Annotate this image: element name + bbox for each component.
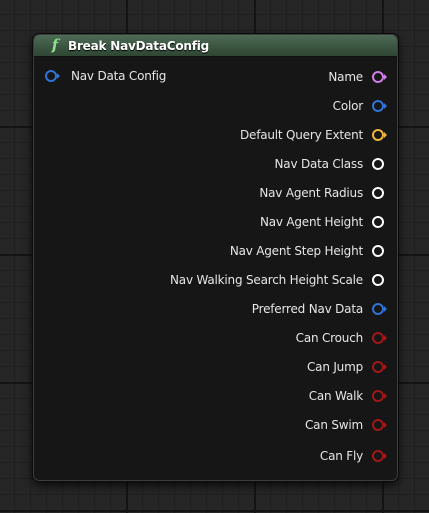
pin-connector-icon[interactable]	[371, 389, 387, 403]
pin-connector-icon[interactable]	[371, 186, 387, 200]
pin-connector-icon[interactable]	[371, 449, 387, 463]
output-pin-label: Nav Walking Search Height Scale	[170, 273, 363, 287]
output-pin-label: Color	[332, 99, 364, 113]
pin-connector-icon[interactable]	[371, 128, 387, 142]
pin-connector-icon[interactable]	[371, 70, 387, 84]
node-header[interactable]: f Break NavDataConfig	[34, 35, 397, 57]
output-pin-label: Can Crouch	[295, 331, 364, 345]
output-pin-can-jump[interactable]: Can Jump	[307, 358, 387, 376]
output-pin-nav-data-class[interactable]: Nav Data Class	[275, 155, 387, 173]
input-pin-nav-data-config[interactable]: Nav Data Config	[44, 69, 166, 83]
output-pin-label: Nav Agent Height	[259, 215, 363, 229]
struct-pin-icon[interactable]	[44, 69, 60, 83]
output-pin-preferred-nav-data[interactable]: Preferred Nav Data	[252, 300, 387, 318]
pin-connector-icon[interactable]	[371, 99, 387, 113]
output-pin-nav-agent-height[interactable]: Nav Agent Height	[260, 213, 387, 231]
output-pin-label: Can Jump	[306, 360, 363, 374]
output-pin-can-fly[interactable]: Can Fly	[320, 447, 387, 465]
output-pin-label: Nav Agent Step Height	[229, 244, 363, 258]
function-icon: f	[51, 36, 59, 54]
output-pin-label: Nav Agent Radius	[259, 186, 363, 200]
pin-connector-icon[interactable]	[371, 331, 387, 345]
output-pin-name[interactable]: Name	[328, 68, 387, 86]
pin-connector-icon[interactable]	[371, 360, 387, 374]
output-pin-label: Preferred Nav Data	[251, 302, 363, 316]
output-pin-color[interactable]: Color	[333, 97, 387, 115]
output-pin-label: Can Swim	[304, 418, 363, 432]
output-pin-label: Can Fly	[319, 449, 363, 463]
output-pin-nav-agent-radius[interactable]: Nav Agent Radius	[259, 184, 387, 202]
output-pin-can-walk[interactable]: Can Walk	[309, 387, 387, 405]
output-pin-can-swim[interactable]: Can Swim	[305, 416, 387, 434]
output-pin-label: Can Walk	[308, 389, 363, 403]
input-pin-label: Nav Data Config	[71, 69, 167, 83]
output-pin-label: Default Query Extent	[239, 128, 363, 142]
output-pin-label: Name	[328, 70, 363, 84]
pin-connector-icon[interactable]	[371, 244, 387, 258]
output-pin-nav-agent-step-height[interactable]: Nav Agent Step Height	[230, 242, 387, 260]
output-pin-label: Nav Data Class	[274, 157, 364, 171]
output-pin-default-query-extent[interactable]: Default Query Extent	[240, 126, 387, 144]
pin-connector-icon[interactable]	[371, 302, 387, 316]
pin-connector-icon[interactable]	[371, 273, 387, 287]
pin-connector-icon[interactable]	[371, 215, 387, 229]
break-navdataconfig-node[interactable]: f Break NavDataConfig Nav Data Config Na…	[33, 34, 398, 481]
node-title: Break NavDataConfig	[68, 38, 210, 53]
output-pin-can-crouch[interactable]: Can Crouch	[296, 329, 387, 347]
output-pin-nav-walking-search-height-scale[interactable]: Nav Walking Search Height Scale	[170, 271, 387, 289]
pin-connector-icon[interactable]	[371, 157, 387, 171]
pin-connector-icon[interactable]	[371, 418, 387, 432]
